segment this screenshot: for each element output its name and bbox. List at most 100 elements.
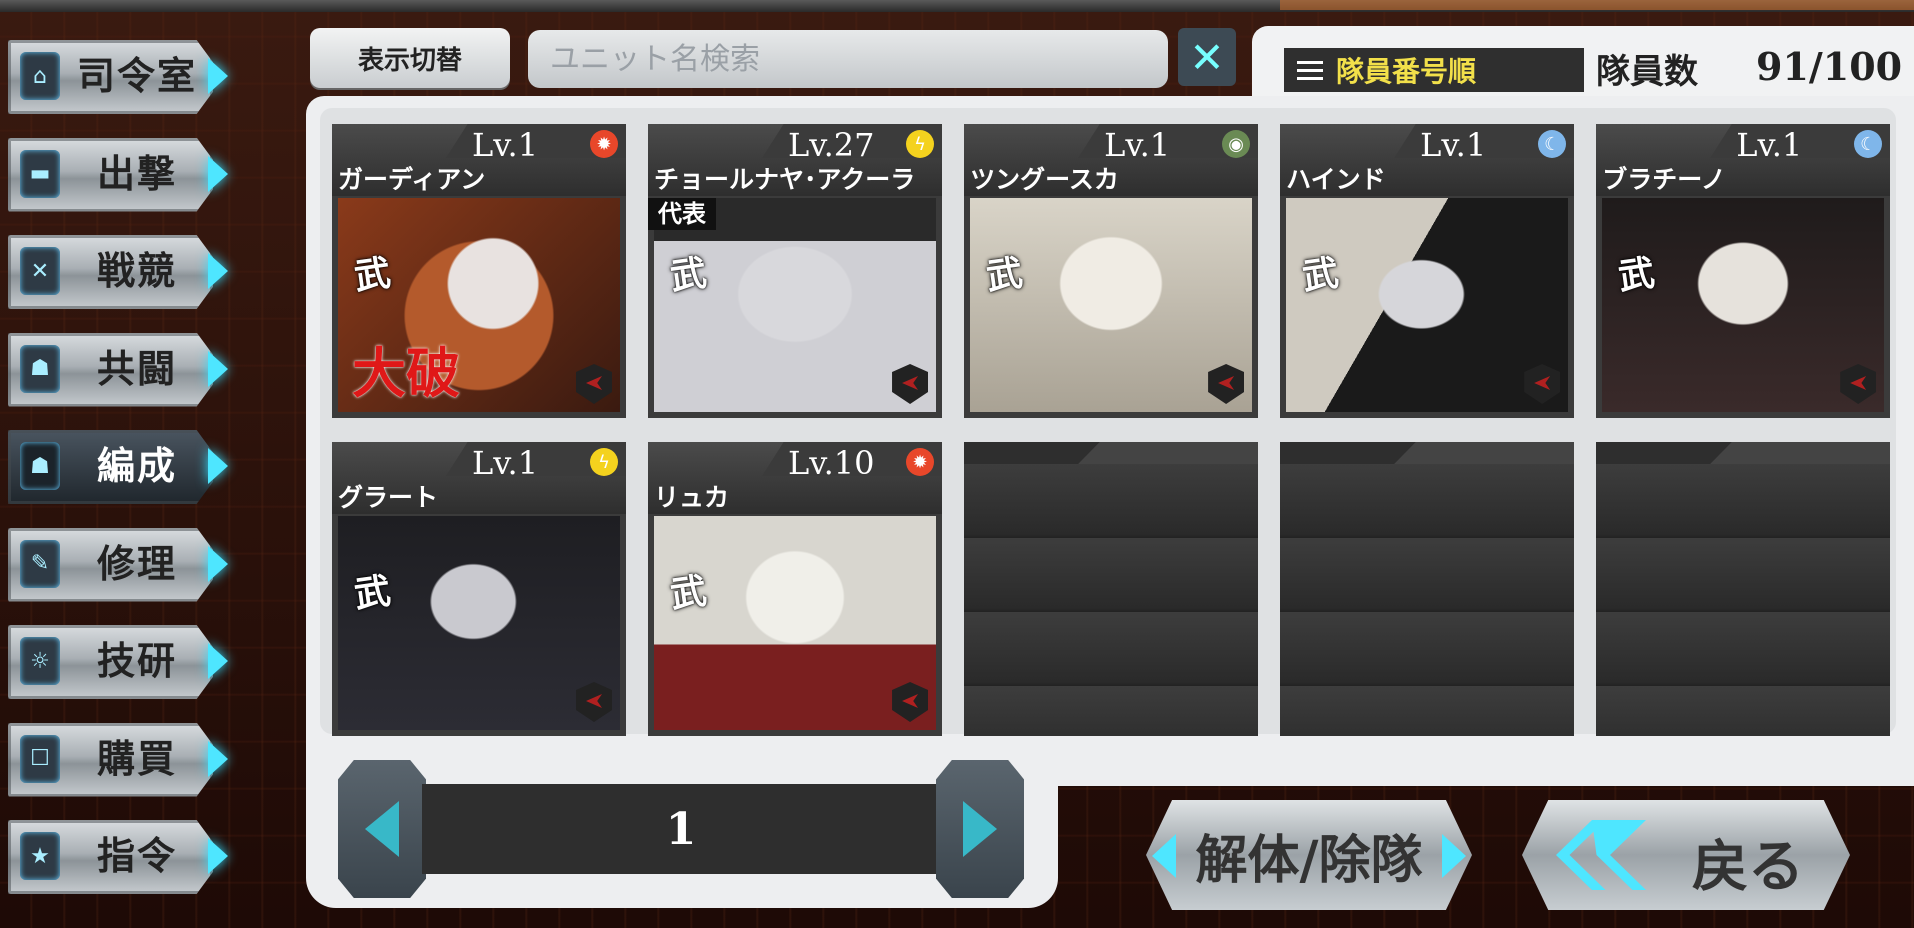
group-icon: ☗	[20, 344, 60, 393]
sidebar-item[interactable]: ☐ 購買	[8, 721, 228, 801]
weapon-type-mark: 武	[1615, 251, 1658, 299]
arrow-right-icon	[208, 838, 228, 874]
prev-page-button[interactable]	[338, 760, 426, 898]
unit-card[interactable]: Lv.1 ☾ ブラチーノ武	[1596, 124, 1891, 418]
flame-icon: ☼	[20, 637, 60, 685]
sidebar-item-label: 共闘	[96, 345, 177, 391]
sidebar-item-label: 購買	[96, 735, 177, 781]
faction-shield-icon	[576, 682, 612, 722]
sidebar-item-label: 司令室	[76, 53, 197, 98]
sidebar-item[interactable]: ✕ 戦競	[8, 233, 228, 313]
arrow-right-icon	[208, 155, 228, 192]
sidebar-item-label: 指令	[96, 833, 177, 878]
sidebar-item[interactable]: ⌂ 司令室	[8, 38, 228, 118]
arrow-right-icon	[208, 253, 228, 289]
empty-slot	[964, 442, 1259, 736]
unit-card[interactable]: Lv.27 ϟ チョールナヤ･アクーラ武 代表	[648, 124, 943, 418]
sidebar-item-label: 編成	[96, 443, 177, 488]
unit-card[interactable]: Lv.1 ☾ ハインド武	[1280, 124, 1575, 418]
weapon-type-mark: 武	[983, 251, 1026, 299]
arrow-left-icon	[365, 801, 399, 857]
sidebar-item[interactable]: ☗ 編成	[8, 428, 228, 508]
arrow-right-icon	[208, 643, 228, 679]
weapon-type-mark: 武	[351, 569, 394, 617]
unit-name: ツングースカ	[970, 165, 1119, 194]
unit-grid: Lv.1 ✹ ガーディアン武大破 Lv.27 ϟ チョールナヤ･アクーラ武代表 Lv.1 ◉ ツ…	[332, 124, 1892, 736]
unit-level: Lv.27	[788, 126, 875, 164]
sidebar-item[interactable]: ★ 指令	[8, 818, 228, 898]
sidebar-item[interactable]: ▬ 出撃	[8, 136, 228, 216]
unit-level: Lv.1	[1736, 126, 1803, 164]
member-count-label: 隊員数	[1596, 52, 1698, 92]
member-count-value: 91/100	[1756, 44, 1903, 89]
faction-shield-icon	[1840, 364, 1877, 404]
unit-level: Lv.1	[1104, 126, 1171, 164]
unit-name: リュカ	[654, 483, 730, 512]
back-label: 戻る	[1692, 834, 1804, 900]
sidebar-nav: ⌂ 司令室 ▬ 出撃 ✕ 戦競 ☗ 共闘 ☗ 編成 ✎ 修理 ☼ 技研 ☐ 購買 ★ 指令	[8, 38, 228, 916]
unit-name: ガーディアン	[338, 165, 486, 194]
empty-slot-tab	[1710, 442, 1891, 464]
faction-shield-icon	[892, 682, 929, 722]
unit-level: Lv.10	[788, 444, 875, 482]
unit-portrait: 武	[654, 198, 937, 412]
unit-level: Lv.1	[472, 444, 539, 482]
swords-icon: ✕	[20, 247, 60, 295]
disband-button[interactable]: 解体/除隊	[1146, 800, 1472, 910]
sidebar-item[interactable]: ✎ 修理	[8, 526, 228, 606]
unit-level: Lv.1	[472, 126, 539, 164]
home-icon: ⌂	[20, 52, 60, 100]
back-button[interactable]: 戻る	[1522, 800, 1850, 910]
unit-name-search-input[interactable]	[528, 30, 1168, 88]
clear-search-button[interactable]: ✕	[1178, 28, 1236, 86]
page-number: 1	[422, 784, 940, 874]
empty-slot-body	[964, 464, 1259, 736]
sidebar-item-label: 出撃	[96, 150, 177, 196]
next-page-button[interactable]	[936, 760, 1024, 898]
unit-name: ハインド	[1286, 165, 1386, 194]
empty-slot	[1280, 442, 1575, 736]
arrow-right-icon	[208, 350, 228, 387]
empty-slot-tab	[1078, 442, 1259, 464]
arrow-left-icon	[1152, 834, 1176, 878]
element-sun-icon: ✹	[590, 130, 618, 158]
weapon-type-mark: 武	[351, 251, 394, 299]
unit-portrait: 武	[654, 516, 937, 730]
sidebar-item[interactable]: ☗ 共闘	[8, 331, 228, 411]
unit-name: グラート	[338, 483, 439, 512]
unit-card[interactable]: Lv.1 ϟ グラート武	[332, 442, 626, 736]
arrow-right-icon	[208, 58, 228, 94]
representative-tag: 代表	[648, 198, 717, 230]
sort-dropdown[interactable]: 隊員番号順	[1284, 48, 1584, 92]
sidebar-item-label: 技研	[96, 638, 177, 683]
faction-shield-icon	[1524, 364, 1561, 404]
sidebar-item-label: 戦競	[96, 248, 177, 293]
element-sun-icon: ✹	[906, 448, 935, 476]
pager: 1	[338, 760, 1024, 898]
faction-shield-icon	[576, 364, 612, 404]
arrow-right-icon	[208, 448, 228, 484]
top-frame-accent	[1280, 0, 1914, 10]
unit-portrait: 武	[1286, 198, 1569, 412]
empty-slot	[1596, 442, 1891, 736]
basket-icon: ☐	[20, 734, 60, 783]
disband-label: 解体/除隊	[1195, 829, 1423, 891]
weapon-type-mark: 武	[1299, 251, 1342, 299]
close-icon: ✕	[1189, 32, 1225, 82]
wrench-icon: ✎	[20, 539, 60, 588]
element-lightning-icon: ϟ	[590, 448, 618, 476]
weapon-type-mark: 武	[667, 251, 710, 299]
unit-portrait: 武	[970, 198, 1253, 412]
arrow-right-icon	[963, 801, 997, 857]
empty-slot-body	[1596, 464, 1891, 736]
display-toggle-button[interactable]: 表示切替	[310, 28, 510, 88]
unit-card[interactable]: Lv.1 ✹ ガーディアン武大破	[332, 124, 626, 418]
unit-card[interactable]: Lv.1 ◉ ツングースカ武	[964, 124, 1259, 418]
sidebar-item[interactable]: ☼ 技研	[8, 623, 228, 703]
unit-card[interactable]: Lv.10 ✹ リュカ武	[648, 442, 943, 736]
unit-level: Lv.1	[1420, 126, 1487, 164]
sort-label: 隊員番号順	[1336, 55, 1477, 88]
unit-portrait: 武大破	[338, 198, 620, 412]
double-chevron-left-icon	[1556, 820, 1646, 890]
arrow-right-icon	[1442, 834, 1466, 878]
